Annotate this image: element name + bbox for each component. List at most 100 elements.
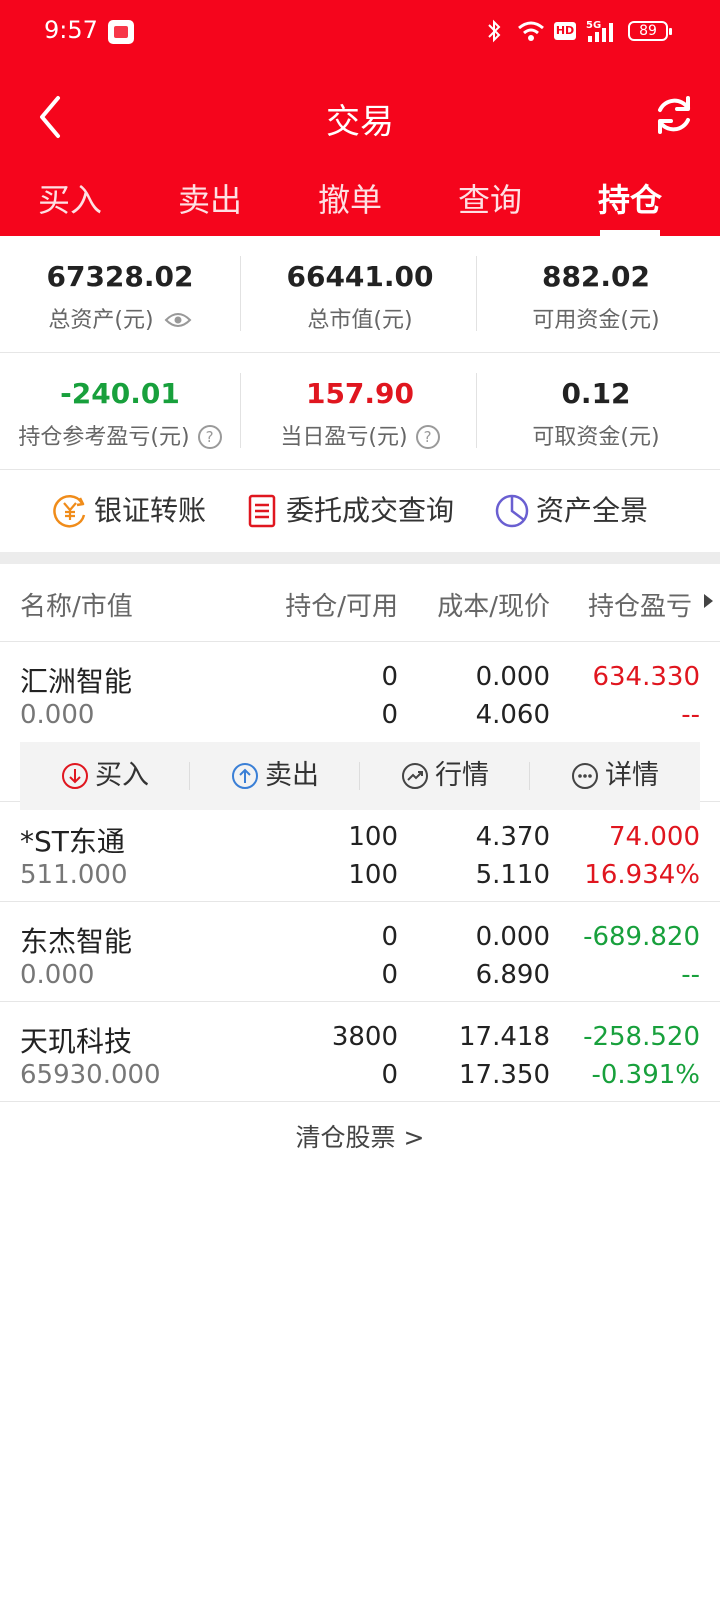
bluetooth-icon — [488, 19, 501, 43]
market-value-value: 66441.00 — [286, 260, 434, 293]
stock-name: 汇洲智能 — [20, 665, 133, 698]
header-cost-price: 成本/现价 — [437, 592, 550, 622]
stock-price: 4.060 — [475, 700, 550, 730]
stock-position: 100 — [348, 822, 398, 852]
withdrawable-funds-label: 可取资金(元) — [532, 425, 660, 450]
trend-circle-icon — [402, 763, 428, 789]
market-value-label: 总市值(元) — [307, 308, 413, 333]
asset-overview-button[interactable]: 资产全景 — [494, 470, 664, 552]
app-header: 9:57 HD 5G 89 交易 买入 卖出 撤单 查询 持仓 — [0, 0, 720, 236]
stock-name: 天玑科技 — [20, 1025, 133, 1058]
stock-pnl-pct: 16.934% — [584, 860, 700, 890]
quick-actions: 银证转账 委托成交查询 资产全景 — [0, 470, 720, 552]
tab-sell[interactable]: 卖出 — [140, 174, 280, 236]
total-assets-value: 67328.02 — [46, 260, 194, 293]
order-query-button[interactable]: 委托成交查询 — [244, 470, 464, 552]
header-position-available: 持仓/可用 — [285, 592, 398, 622]
arrow-down-circle-icon — [62, 763, 88, 789]
section-gap — [0, 552, 720, 564]
stock-market-value: 511.000 — [20, 860, 128, 890]
daily-pnl-cell: 157.90 当日盈亏(元)? — [240, 353, 480, 470]
cleared-stocks-link[interactable]: 清仓股票 > — [0, 1118, 720, 1154]
daily-pnl-value: 157.90 — [305, 377, 415, 410]
tab-query[interactable]: 查询 — [420, 174, 560, 236]
refresh-icon[interactable] — [652, 92, 696, 138]
table-row[interactable]: *ST东通 511.000 100 100 4.370 5.110 74.000… — [0, 802, 720, 902]
stock-pnl-pct: -0.391% — [591, 1060, 700, 1090]
withdrawable-funds-cell: 0.12 可取资金(元) — [476, 353, 716, 470]
stock-position: 3800 — [331, 1022, 398, 1052]
stock-pnl: 634.330 — [592, 662, 700, 692]
hd-voice-icon: HD — [554, 22, 576, 40]
stock-pnl-pct: -- — [681, 700, 700, 730]
tab-buy[interactable]: 买入 — [0, 174, 140, 236]
available-funds-label: 可用资金(元) — [532, 308, 660, 333]
stock-price: 6.890 — [475, 960, 550, 990]
row-sell-button[interactable]: 卖出 — [190, 742, 360, 810]
arrow-up-circle-icon — [232, 763, 258, 789]
withdrawable-funds-value: 0.12 — [561, 377, 631, 410]
svg-text:5G: 5G — [586, 20, 601, 31]
stock-pnl: -689.820 — [583, 922, 700, 952]
stock-pnl: 74.000 — [609, 822, 700, 852]
stock-available: 100 — [348, 860, 398, 890]
stock-market-value: 0.000 — [20, 960, 95, 990]
stock-market-value: 65930.000 — [20, 1060, 161, 1090]
scroll-right-icon[interactable] — [704, 594, 713, 608]
more-circle-icon — [572, 763, 598, 789]
stock-available: 0 — [381, 1060, 398, 1090]
row-buy-button[interactable]: 买入 — [20, 742, 190, 810]
title-bar: 交易 — [0, 72, 720, 162]
total-assets-cell: 67328.02 总资产(元) — [0, 236, 240, 353]
status-bar: 9:57 HD 5G 89 — [0, 0, 720, 64]
help-icon[interactable]: ? — [197, 425, 222, 449]
table-row[interactable]: 天玑科技 65930.000 3800 0 17.418 17.350 -258… — [0, 1002, 720, 1102]
summary-row-2: -240.01 持仓参考盈亏(元)? 157.90 当日盈亏(元)? 0.12 … — [0, 353, 720, 470]
tab-cancel[interactable]: 撤单 — [280, 174, 420, 236]
stock-available: 0 — [381, 700, 398, 730]
stock-available: 0 — [381, 960, 398, 990]
stock-pnl-pct: -- — [681, 960, 700, 990]
stock-cost: 17.418 — [459, 1022, 550, 1052]
available-funds-value: 882.02 — [541, 260, 651, 293]
stock-cost: 4.370 — [475, 822, 550, 852]
market-value-cell: 66441.00 总市值(元) — [240, 236, 480, 353]
eye-icon[interactable] — [164, 311, 192, 329]
app-notification-icon — [108, 20, 134, 44]
stock-name: 东杰智能 — [20, 925, 133, 958]
stock-price: 5.110 — [475, 860, 550, 890]
trade-tabs: 买入 卖出 撤单 查询 持仓 — [0, 174, 720, 236]
stock-price: 17.350 — [459, 1060, 550, 1090]
total-assets-label: 总资产(元) — [48, 308, 154, 333]
stock-cost: 0.000 — [475, 662, 550, 692]
stock-market-value: 0.000 — [20, 700, 95, 730]
stock-position: 0 — [381, 922, 398, 952]
position-pnl-value: -240.01 — [60, 377, 180, 410]
header-name-mv: 名称/市值 — [20, 592, 133, 622]
stock-position: 0 — [381, 662, 398, 692]
asset-summary: 67328.02 总资产(元) 66441.00 总市值(元) 882.02 可… — [0, 236, 720, 470]
available-funds-cell: 882.02 可用资金(元) — [476, 236, 716, 353]
document-list-icon — [248, 494, 276, 528]
daily-pnl-label: 当日盈亏(元) — [280, 425, 408, 450]
header-pnl: 持仓盈亏 — [588, 592, 693, 622]
status-time: 9:57 — [44, 16, 98, 44]
position-pnl-cell: -240.01 持仓参考盈亏(元)? — [0, 353, 240, 470]
row-detail-button[interactable]: 详情 — [530, 742, 700, 810]
stock-cost: 0.000 — [475, 922, 550, 952]
bank-transfer-button[interactable]: 银证转账 — [52, 470, 222, 552]
battery-indicator: 89 — [628, 21, 672, 41]
table-row[interactable]: 东杰智能 0.000 0 0 0.000 6.890 -689.820 -- — [0, 902, 720, 1002]
row-quote-button[interactable]: 行情 — [360, 742, 530, 810]
holdings-table-header: 名称/市值 持仓/可用 成本/现价 持仓盈亏 — [0, 564, 720, 642]
help-icon[interactable]: ? — [415, 425, 440, 449]
tab-holdings[interactable]: 持仓 — [560, 174, 700, 236]
position-pnl-label: 持仓参考盈亏(元) — [18, 425, 190, 450]
table-row[interactable]: 汇洲智能 0.000 0 0 0.000 4.060 634.330 -- 买入… — [0, 642, 720, 810]
stock-name: *ST东通 — [20, 825, 125, 858]
stock-pnl: -258.520 — [583, 1022, 700, 1052]
page-title: 交易 — [326, 102, 394, 142]
row-action-bar: 买入 卖出 行情 详情 — [20, 742, 700, 810]
pie-chart-icon — [495, 494, 529, 528]
yuan-transfer-icon — [53, 495, 86, 528]
